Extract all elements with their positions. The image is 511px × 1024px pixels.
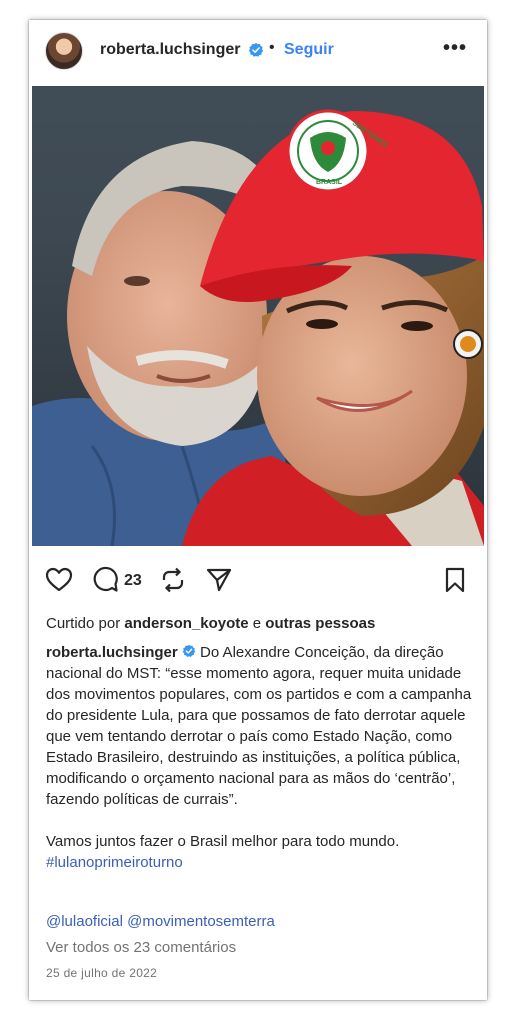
selfie-photo: SEM TERRA BRASIL — [32, 86, 484, 546]
caption-username[interactable]: roberta.luchsinger — [46, 644, 178, 661]
separator-dot: • — [269, 39, 275, 56]
hashtag-link[interactable]: #lulanoprimeiroturno — [46, 854, 183, 871]
comment-count: 23 — [124, 572, 142, 589]
heart-icon[interactable] — [45, 566, 73, 594]
comment-icon[interactable] — [91, 566, 119, 594]
caption-text: Do Alexandre Conceição, da direção nacio… — [46, 644, 472, 808]
post-header: roberta.luchsinger • Seguir ••• — [29, 20, 487, 84]
follow-button[interactable]: Seguir — [284, 41, 334, 59]
save-icon[interactable] — [441, 566, 469, 594]
likes-others[interactable]: outras pessoas — [265, 615, 375, 632]
action-bar: 23 — [29, 560, 487, 600]
cap-logo-sub: BRASIL — [316, 179, 343, 186]
verified-icon — [182, 644, 196, 657]
caption: roberta.luchsinger Do Alexandre Conceiçã… — [46, 642, 476, 873]
mentions-links[interactable]: @lulaoficial @movimentosemterra — [46, 913, 275, 930]
author-username[interactable]: roberta.luchsinger — [100, 41, 240, 59]
verified-icon — [248, 42, 264, 57]
post-date: 25 de julho de 2022 — [46, 966, 158, 980]
likes-summary: Curtido por anderson_koyote e outras pes… — [46, 615, 375, 632]
view-comments-link[interactable]: Ver todos os 23 comentários — [46, 939, 236, 956]
caption-line2: Vamos juntos fazer o Brasil melhor para … — [46, 833, 400, 850]
repost-icon[interactable] — [159, 566, 187, 594]
post-image[interactable]: SEM TERRA BRASIL — [32, 86, 484, 546]
post-card: roberta.luchsinger • Seguir ••• SEM TERR… — [29, 20, 487, 1000]
likes-prefix: Curtido por — [46, 615, 121, 632]
avatar[interactable] — [45, 32, 83, 70]
share-icon[interactable] — [205, 566, 233, 594]
likes-user[interactable]: anderson_koyote — [124, 615, 248, 632]
likes-joiner: e — [252, 615, 262, 632]
more-icon[interactable]: ••• — [443, 37, 467, 60]
